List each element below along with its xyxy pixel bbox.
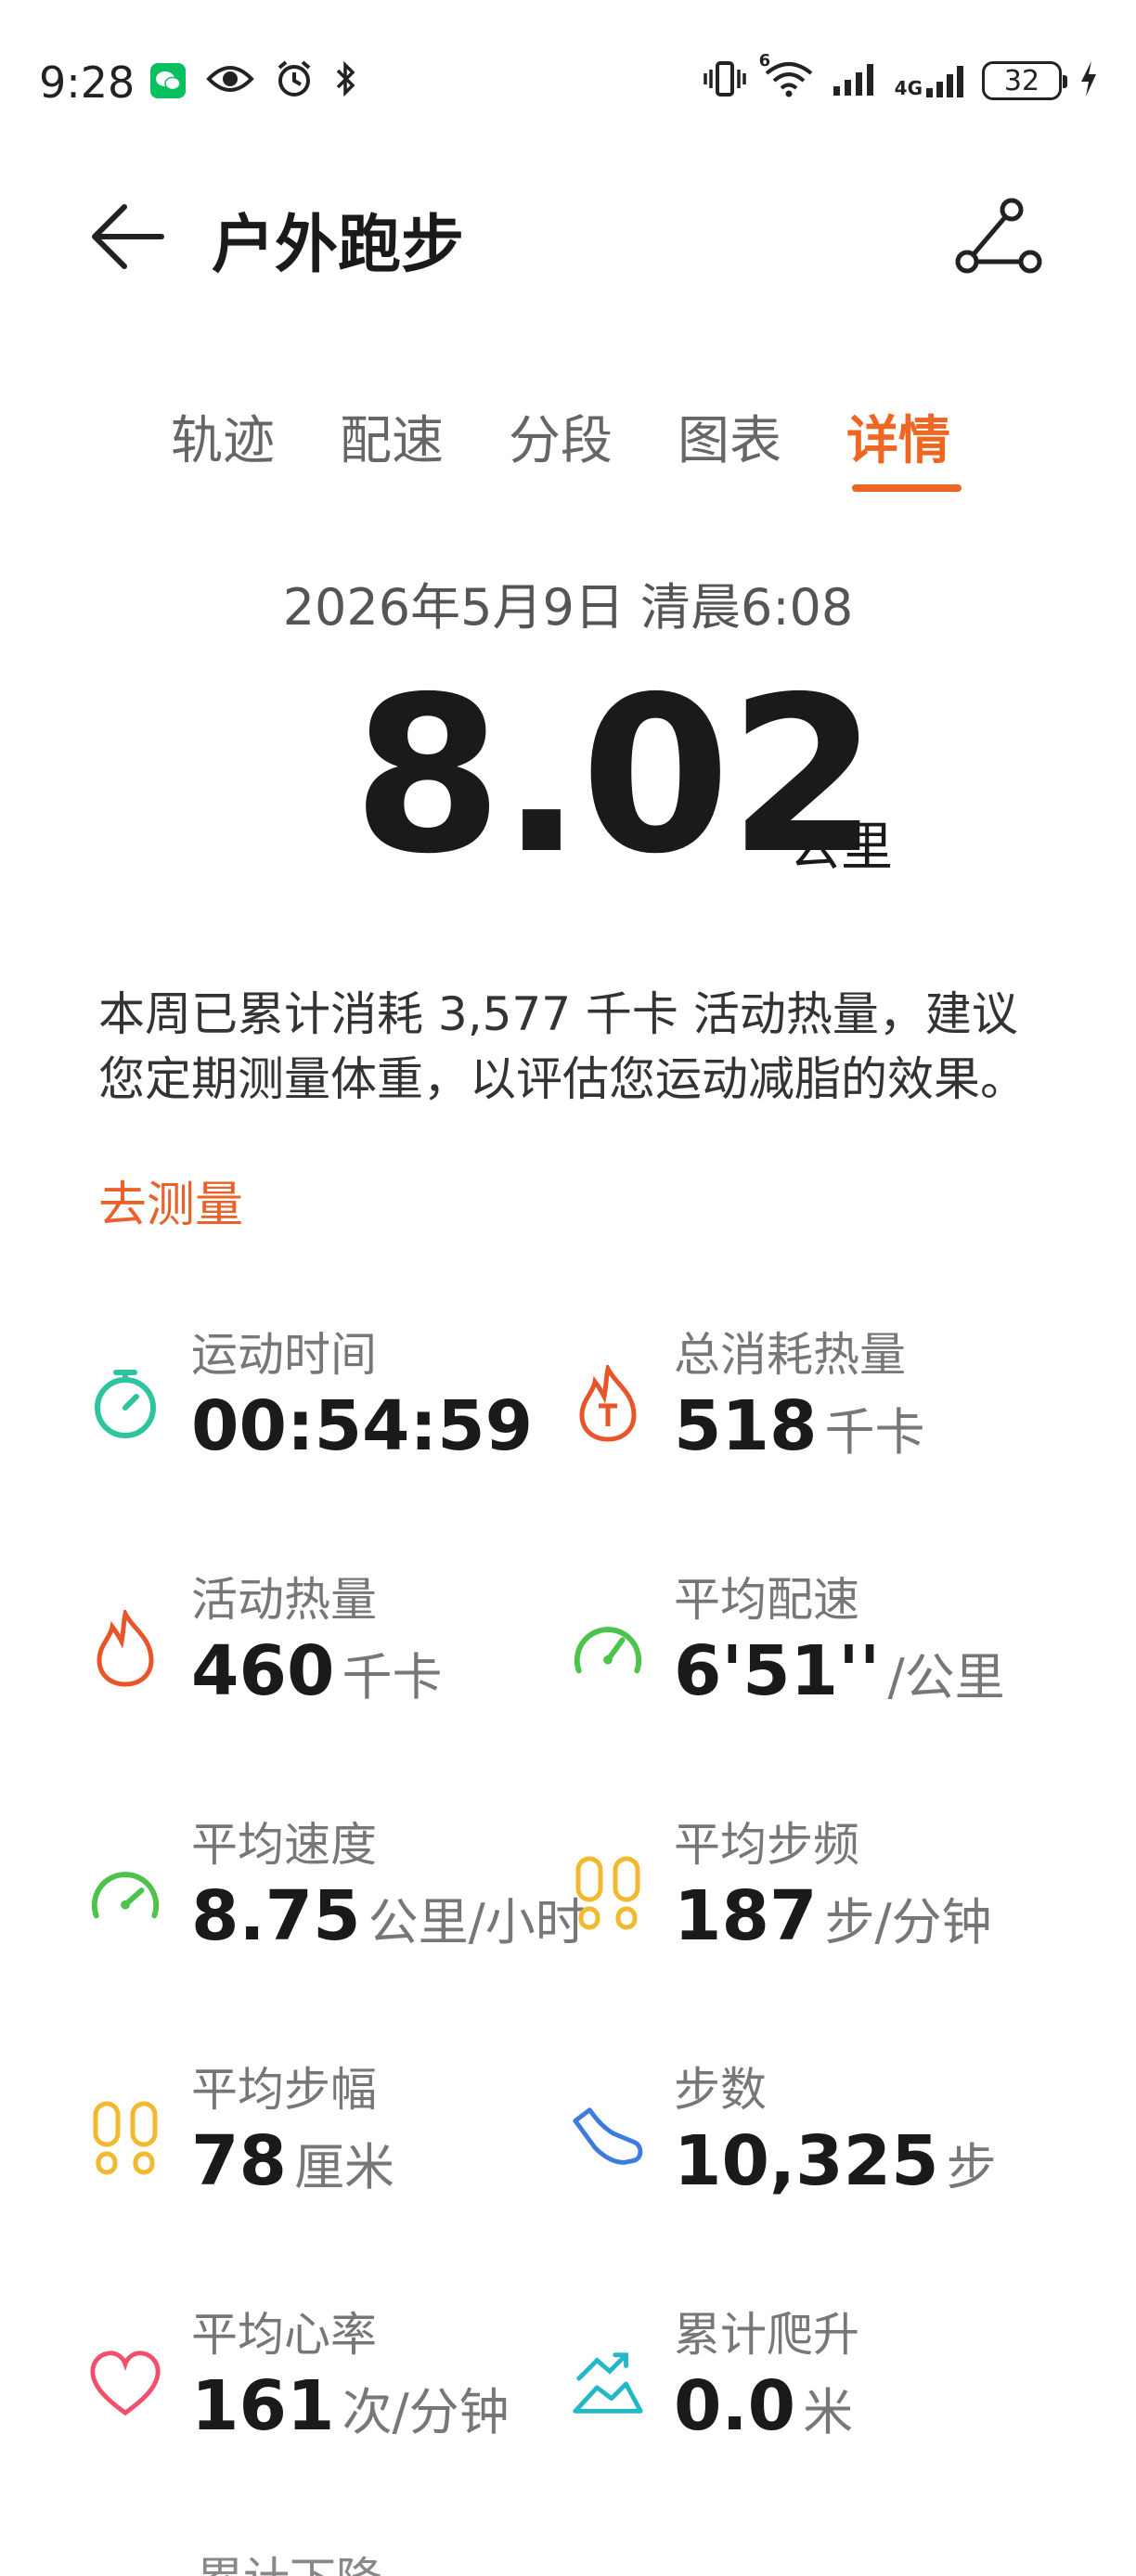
tab-splits[interactable]: 分段	[509, 399, 613, 474]
stopwatch-icon	[87, 1366, 163, 1442]
workout-date: 2026年5月9日 清晨6:08	[282, 578, 854, 637]
stat-avg-pace: 平均配速 6'51''/公里	[570, 1563, 1052, 1739]
battery-level: 32	[1003, 64, 1040, 97]
wifi-icon: 6	[759, 51, 815, 101]
bluetooth-icon	[334, 60, 358, 101]
stat-value: 6'51''	[674, 1631, 881, 1711]
wechat-notification-icon	[150, 63, 186, 98]
stat-value: 518	[674, 1386, 818, 1466]
stat-active-calories: 活动热量 460 千卡	[87, 1563, 570, 1739]
stat-label: 总消耗热量	[674, 1328, 906, 1382]
gauge-icon	[87, 1856, 163, 1932]
tab-charts[interactable]: 图表	[678, 399, 781, 474]
tab-pace[interactable]: 配速	[340, 399, 444, 474]
stat-label-total-descent: 累计下降	[197, 2543, 382, 2576]
stat-avg-heart-rate: 平均心率 161 次/分钟	[87, 2298, 570, 2474]
signal-strength-icon	[832, 60, 878, 101]
tab-details[interactable]: 详情	[846, 399, 950, 474]
measure-weight-link[interactable]: 去测量	[98, 1166, 243, 1235]
mobile-data-icon: 4G	[895, 62, 965, 99]
tab-track[interactable]: 轨迹	[171, 399, 275, 474]
status-time: 9:28	[39, 58, 136, 108]
stat-value: 10,325	[674, 2121, 939, 2201]
network-type-label: 4G	[894, 77, 923, 99]
page-title: 户外跑步	[212, 209, 465, 282]
eye-comfort-icon	[206, 62, 254, 99]
stat-value: 460	[191, 1631, 335, 1711]
workout-detail-screen: 9:28 6 4G 32 户外跑步 轨迹 配速 分段 图表 详情 2026年5月…	[0, 0, 1136, 2576]
distance-unit: 公里	[789, 818, 893, 878]
vibrate-icon	[703, 60, 746, 101]
stat-unit: 米	[803, 2383, 854, 2441]
alarm-icon	[275, 59, 314, 102]
arrow-left-icon	[92, 204, 164, 269]
stat-label: 活动热量	[191, 1573, 377, 1627]
share-route-button[interactable]	[954, 197, 1043, 280]
stat-avg-stride: 平均步幅 78 厘米	[87, 2053, 570, 2229]
stat-label: 步数	[674, 2063, 767, 2117]
charging-icon	[1078, 59, 1099, 102]
stat-steps: 步数 10,325 步	[570, 2053, 1052, 2229]
climb-icon	[570, 2346, 646, 2422]
status-bar: 9:28 6 4G 32	[0, 0, 1136, 167]
heart-icon	[87, 2346, 163, 2422]
total-calorie-flame-icon	[570, 1365, 646, 1442]
stat-avg-cadence: 平均步频 187 步/分钟	[570, 1808, 1052, 1984]
stat-unit: 厘米	[293, 2138, 394, 2196]
stat-unit: 千卡	[824, 1403, 925, 1462]
stat-unit: 千卡	[342, 1648, 443, 1707]
stat-value: 78	[191, 2121, 287, 2201]
stat-label: 累计爬升	[674, 2308, 859, 2362]
wifi-generation-label: 6	[758, 51, 771, 71]
back-button[interactable]	[89, 202, 165, 271]
stat-value: 187	[674, 1876, 818, 1956]
stat-total-calories: 总消耗热量 518 千卡	[570, 1318, 1052, 1494]
footprints-icon	[570, 1856, 646, 1932]
stat-unit: 步	[946, 2138, 997, 2196]
route-share-icon	[955, 198, 1042, 274]
stat-label: 平均步幅	[191, 2063, 377, 2117]
stat-unit: /公里	[887, 1648, 1005, 1707]
stat-label: 运动时间	[191, 1328, 377, 1382]
stat-label: 平均配速	[674, 1573, 859, 1627]
flame-icon	[87, 1610, 163, 1687]
stat-value: 161	[191, 2366, 335, 2446]
stat-label: 平均心率	[191, 2308, 377, 2362]
stat-value: 0.0	[674, 2366, 796, 2446]
stat-unit: 次/分钟	[342, 2383, 510, 2441]
stat-value: 00:54:59	[191, 1386, 534, 1466]
speedometer-icon	[570, 1611, 646, 1687]
stat-duration: 运动时间 00:54:59	[87, 1318, 570, 1494]
active-tab-indicator	[852, 484, 962, 492]
stat-label: 平均速度	[191, 1818, 377, 1872]
stat-unit: 公里/小时	[368, 1893, 586, 1951]
stat-total-ascent: 累计爬升 0.0 米	[570, 2298, 1052, 2474]
stat-avg-speed: 平均速度 8.75 公里/小时	[87, 1808, 586, 1984]
stat-value: 8.75	[191, 1876, 361, 1956]
calorie-notice: 本周已累计消耗 3,577 千卡 活动热量，建议您定期测量体重，以评估您运动减脂…	[98, 987, 1026, 1106]
battery-indicator: 32	[982, 61, 1067, 100]
footprints-icon	[87, 2101, 163, 2177]
tab-bar: 轨迹 配速 分段 图表 详情	[0, 399, 1136, 501]
stat-unit: 步/分钟	[824, 1893, 992, 1951]
shoe-icon	[570, 2101, 646, 2177]
stat-label: 平均步频	[674, 1818, 859, 1872]
